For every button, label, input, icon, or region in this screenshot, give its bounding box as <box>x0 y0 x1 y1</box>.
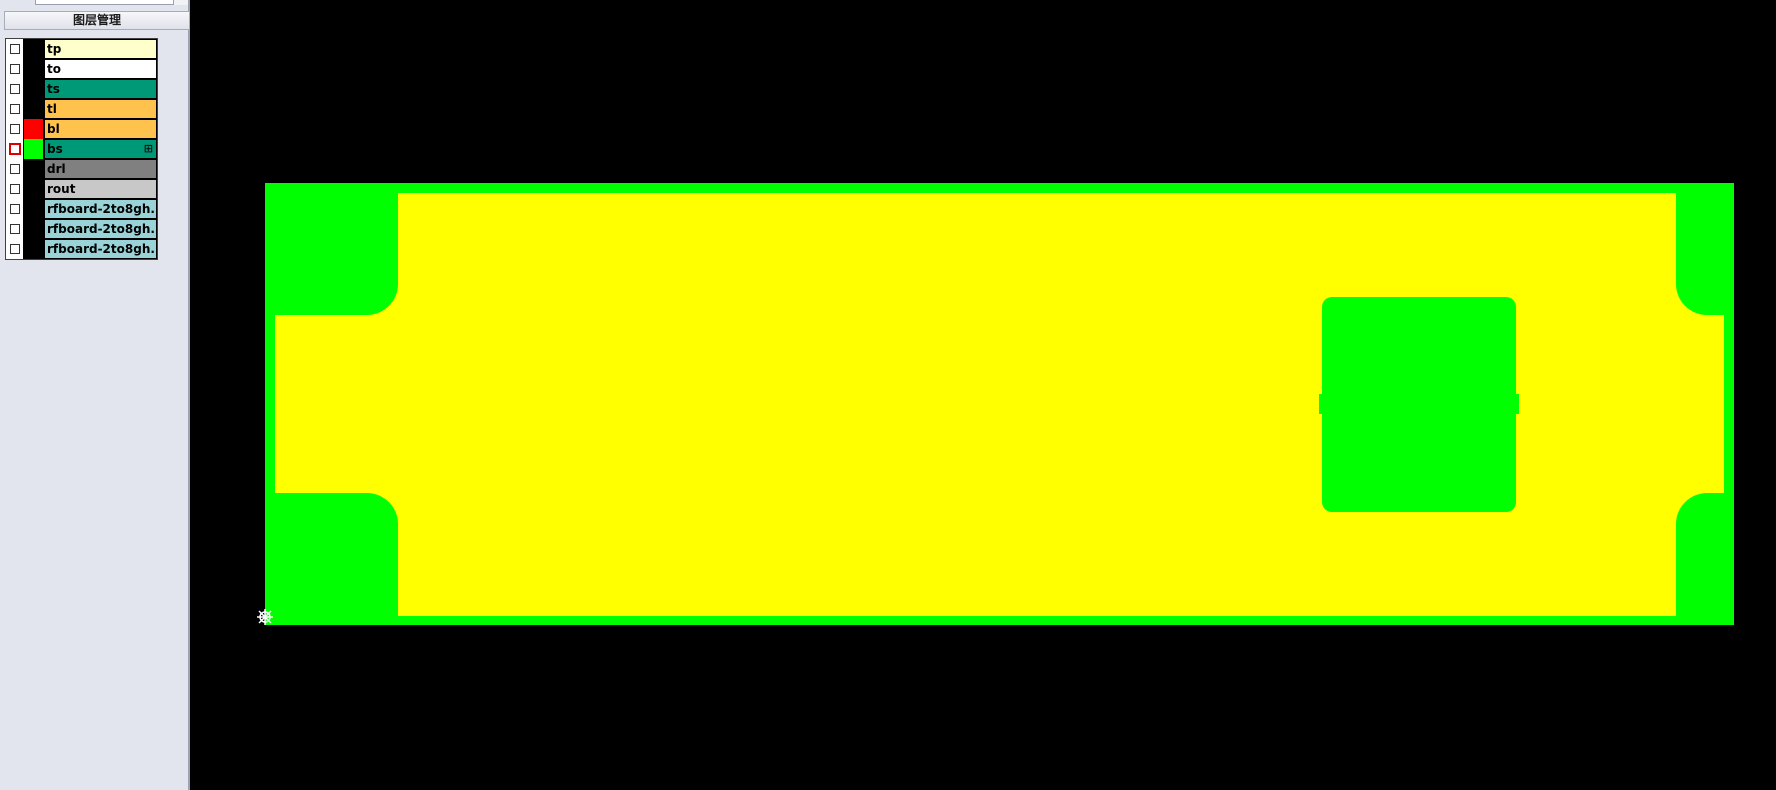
layer-visibility-checkbox[interactable] <box>6 79 24 99</box>
layer-manager-panel: 图层管理 tp to ts tl bl bs ⊞ drl rout rfboard-2to8gh.… <box>0 0 190 790</box>
layer-row-4[interactable]: tl <box>6 99 157 119</box>
layer-name-label: tl <box>47 102 57 116</box>
layer-row-7[interactable]: drl <box>6 159 157 179</box>
layer-color-swatch[interactable] <box>24 139 44 159</box>
layer-visibility-checkbox[interactable] <box>6 119 24 139</box>
layer-visibility-checkbox[interactable] <box>6 219 24 239</box>
layer-visibility-checkbox[interactable] <box>6 179 24 199</box>
layer-color-swatch[interactable] <box>24 219 44 239</box>
layer-name[interactable]: rout <box>44 179 157 199</box>
layer-name-label: rfboard-2to8gh... <box>47 222 157 236</box>
layer-visibility-checkbox[interactable] <box>6 59 24 79</box>
layer-name[interactable]: to <box>44 59 157 79</box>
layer-color-swatch[interactable] <box>24 239 44 259</box>
layer-visibility-checkbox[interactable] <box>6 139 24 159</box>
layer-color-swatch[interactable] <box>24 39 44 59</box>
layer-row-9[interactable]: rfboard-2to8gh... <box>6 199 157 219</box>
layer-list: tp to ts tl bl bs ⊞ drl rout rfboard-2to8gh... rfb… <box>5 38 158 260</box>
expand-icon[interactable]: ⊞ <box>144 143 153 155</box>
board-view[interactable] <box>192 0 1776 790</box>
layer-name-label: rout <box>47 182 76 196</box>
pcb-canvas[interactable] <box>192 0 1776 790</box>
origin-crosshair-icon <box>257 609 273 625</box>
layer-name[interactable]: bl <box>44 119 157 139</box>
layer-name-label: tp <box>47 42 62 56</box>
layer-visibility-checkbox[interactable] <box>6 159 24 179</box>
layer-name-label: rfboard-2to8gh... <box>47 202 157 216</box>
layer-color-swatch[interactable] <box>24 79 44 99</box>
top-dropdown[interactable] <box>35 0 189 5</box>
layer-name[interactable]: tp <box>44 39 157 59</box>
layer-name-label: drl <box>47 162 66 176</box>
layer-row-8[interactable]: rout <box>6 179 157 199</box>
layer-name[interactable]: tl <box>44 99 157 119</box>
layer-color-swatch[interactable] <box>24 179 44 199</box>
layer-visibility-checkbox[interactable] <box>6 99 24 119</box>
layer-visibility-checkbox[interactable] <box>6 239 24 259</box>
layer-visibility-checkbox[interactable] <box>6 199 24 219</box>
layer-visibility-checkbox[interactable] <box>6 39 24 59</box>
layer-row-11[interactable]: rfboard-2to8gh... <box>6 239 157 259</box>
layer-name-label: ts <box>47 82 60 96</box>
layer-name[interactable]: bs ⊞ <box>44 139 157 159</box>
layer-row-6[interactable]: bs ⊞ <box>6 139 157 159</box>
layer-row-1[interactable]: tp <box>6 39 157 59</box>
layer-row-5[interactable]: bl <box>6 119 157 139</box>
rf-pad-tab-left <box>1319 394 1325 414</box>
layer-name[interactable]: drl <box>44 159 157 179</box>
layer-color-swatch[interactable] <box>24 199 44 219</box>
rf-pad <box>1322 297 1516 512</box>
layer-name-label: bl <box>47 122 60 136</box>
layer-color-swatch[interactable] <box>24 119 44 139</box>
layer-color-swatch[interactable] <box>24 159 44 179</box>
layer-color-swatch[interactable] <box>24 59 44 79</box>
layer-name-label: bs <box>47 142 63 156</box>
layer-name[interactable]: rfboard-2to8gh... <box>44 199 157 219</box>
layer-row-2[interactable]: to <box>6 59 157 79</box>
layer-row-10[interactable]: rfboard-2to8gh... <box>6 219 157 239</box>
dropdown-arrow-icon[interactable] <box>173 0 188 5</box>
layer-name[interactable]: rfboard-2to8gh... <box>44 239 157 259</box>
layer-manager-header[interactable]: 图层管理 <box>4 11 190 30</box>
layer-name-label: rfboard-2to8gh... <box>47 242 157 256</box>
layer-color-swatch[interactable] <box>24 99 44 119</box>
layer-name[interactable]: rfboard-2to8gh... <box>44 219 157 239</box>
layer-row-3[interactable]: ts <box>6 79 157 99</box>
rf-pad-tab-right <box>1513 394 1519 414</box>
layer-name[interactable]: ts <box>44 79 157 99</box>
layer-name-label: to <box>47 62 61 76</box>
